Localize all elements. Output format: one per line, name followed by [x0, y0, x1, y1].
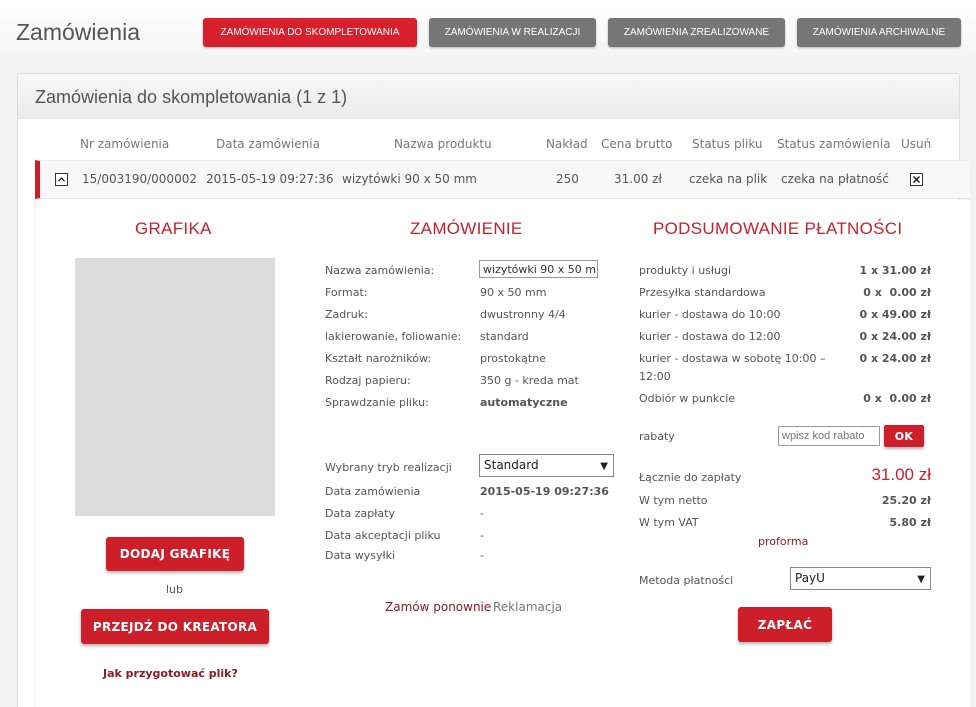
mode-label: Wybrany tryb realizacji: [325, 461, 452, 474]
standard-shipping-value: 0 x 0.00 zł: [863, 286, 931, 299]
net-label: W tym netto: [639, 494, 708, 507]
order-price: 31.00 zł: [614, 172, 662, 186]
help-link[interactable]: Jak przygotować plik?: [103, 667, 238, 680]
order-title: ZAMÓWIENIE: [410, 219, 523, 238]
order-date: 2015-05-19 09:27:36: [206, 172, 334, 186]
finish-label: lakierowanie, foliowanie:: [325, 330, 462, 343]
courier-saturday-value: 0 x 24.00 zł: [859, 352, 931, 365]
order-name-input[interactable]: wizytówki 90 x 50 mm: [479, 260, 598, 278]
total-label: Łącznie do zapłaty: [639, 471, 742, 484]
paper-value: 350 g - kreda mat: [480, 374, 579, 387]
paper-label: Rodzaj papieru:: [325, 374, 411, 387]
payment-date-label: Data zapłaty: [325, 507, 395, 520]
net-value: 25.20 zł: [881, 494, 931, 507]
column-header-quantity: Nakład: [546, 137, 588, 151]
tab-archived[interactable]: ZAMÓWIENIA ARCHIWALNE: [797, 18, 961, 47]
graphic-preview: [75, 258, 275, 516]
go-to-creator-button[interactable]: PRZEJDŹ DO KREATORA: [81, 609, 269, 644]
shipping-date-value: -: [480, 549, 484, 562]
mode-select-value: Standard: [484, 458, 539, 472]
column-header-price: Cena brutto: [601, 137, 673, 151]
order-number: 15/003190/000002: [82, 172, 197, 186]
order-product: wizytówki 90 x 50 mm: [342, 172, 477, 186]
courier-12-label: kurier - dostawa do 12:00: [639, 330, 781, 343]
tab-to-complete[interactable]: ZAMÓWIENIA DO SKOMPLETOWANIA: [203, 18, 417, 47]
order-name-label: Nazwa zamówienia:: [325, 264, 435, 277]
payment-method-label: Metoda płatności: [639, 574, 734, 587]
print-label: Zadruk:: [325, 308, 368, 321]
pay-button[interactable]: ZAPŁAĆ: [738, 607, 832, 642]
add-graphic-button[interactable]: DODAJ GRAFIKĘ: [106, 537, 244, 571]
pickup-value: 0 x 0.00 zł: [863, 392, 931, 405]
payment-date-value: -: [480, 507, 484, 520]
payment-summary-title: PODSUMOWANIE PŁATNOŚCI: [653, 219, 903, 238]
courier-10-label: kurier - dostawa do 10:00: [639, 308, 781, 321]
discount-label: rabaty: [639, 430, 675, 443]
order-status: czeka na płatność: [781, 172, 889, 186]
finish-value: standard: [480, 330, 529, 343]
mode-select[interactable]: Standard ▼: [479, 454, 614, 477]
column-header-product: Nazwa produktu: [394, 137, 492, 151]
graphics-title: GRAFIKA: [135, 219, 212, 238]
panel-title: Zamówienia do skompletowania (1 z 1): [35, 87, 348, 107]
file-check-label: Sprawdzanie pliku:: [325, 396, 429, 409]
tab-in-progress[interactable]: ZAMÓWIENIA W REALIZACJI: [429, 18, 596, 47]
vat-value: 5.80 zł: [889, 516, 931, 529]
products-value: 1 x 31.00 zł: [859, 264, 931, 277]
column-header-number: Nr zamówienia: [80, 137, 170, 151]
order-date-label: Data zamówienia: [325, 485, 421, 498]
column-header-file-status: Status pliku: [692, 137, 763, 151]
dropdown-arrow-icon: ▼: [917, 574, 925, 585]
file-accept-date-value: -: [480, 529, 484, 542]
format-label: Format:: [325, 286, 368, 299]
products-label: produkty i usługi: [639, 264, 732, 277]
order-quantity: 250: [556, 172, 579, 186]
column-header-delete: Usuń: [901, 137, 932, 151]
reorder-link[interactable]: Zamów ponownie: [385, 600, 491, 614]
column-header-date: Data zamówienia: [216, 137, 320, 151]
panel-header: Zamówienia do skompletowania (1 z 1): [18, 74, 959, 119]
courier-saturday-label-cont: 12:00: [639, 370, 671, 383]
file-check-value: automatyczne: [480, 396, 568, 409]
chevron-up-icon[interactable]: [55, 173, 68, 186]
proforma-link[interactable]: proforma: [758, 535, 808, 548]
or-text: lub: [166, 583, 184, 596]
discount-code-input[interactable]: [778, 426, 880, 446]
vat-label: W tym VAT: [639, 516, 699, 529]
order-file-status: czeka na plik: [689, 172, 768, 186]
corners-label: Kształt narożników:: [325, 352, 432, 365]
courier-12-value: 0 x 24.00 zł: [859, 330, 931, 343]
order-date-value: 2015-05-19 09:27:36: [480, 485, 609, 498]
pickup-label: Odbiór w punkcie: [639, 392, 736, 405]
column-header-order-status: Status zamówienia: [777, 137, 891, 151]
courier-saturday-label: kurier - dostawa w sobotę 10:00 –: [639, 352, 826, 365]
total-value: 31.00 zł: [871, 465, 931, 484]
format-value: 90 x 50 mm: [480, 286, 547, 299]
dropdown-arrow-icon: ▼: [600, 461, 608, 472]
tab-completed[interactable]: ZAMÓWIENIA ZREALIZOWANE: [608, 18, 785, 47]
courier-10-value: 0 x 49.00 zł: [859, 308, 931, 321]
page-title: Zamówienia: [16, 19, 140, 45]
corners-value: prostokątne: [480, 352, 546, 365]
payment-method-select[interactable]: PayU ▼: [790, 567, 931, 590]
discount-ok-button[interactable]: OK: [884, 425, 924, 447]
file-accept-date-label: Data akceptacji pliku: [325, 529, 441, 542]
complaint-link[interactable]: Reklamacja: [493, 600, 562, 614]
standard-shipping-label: Przesyłka standardowa: [639, 286, 766, 299]
payment-method-value: PayU: [795, 571, 825, 585]
close-box-icon[interactable]: [910, 173, 923, 186]
shipping-date-label: Data wysyłki: [325, 549, 396, 562]
print-value: dwustronny 4/4: [480, 308, 566, 321]
